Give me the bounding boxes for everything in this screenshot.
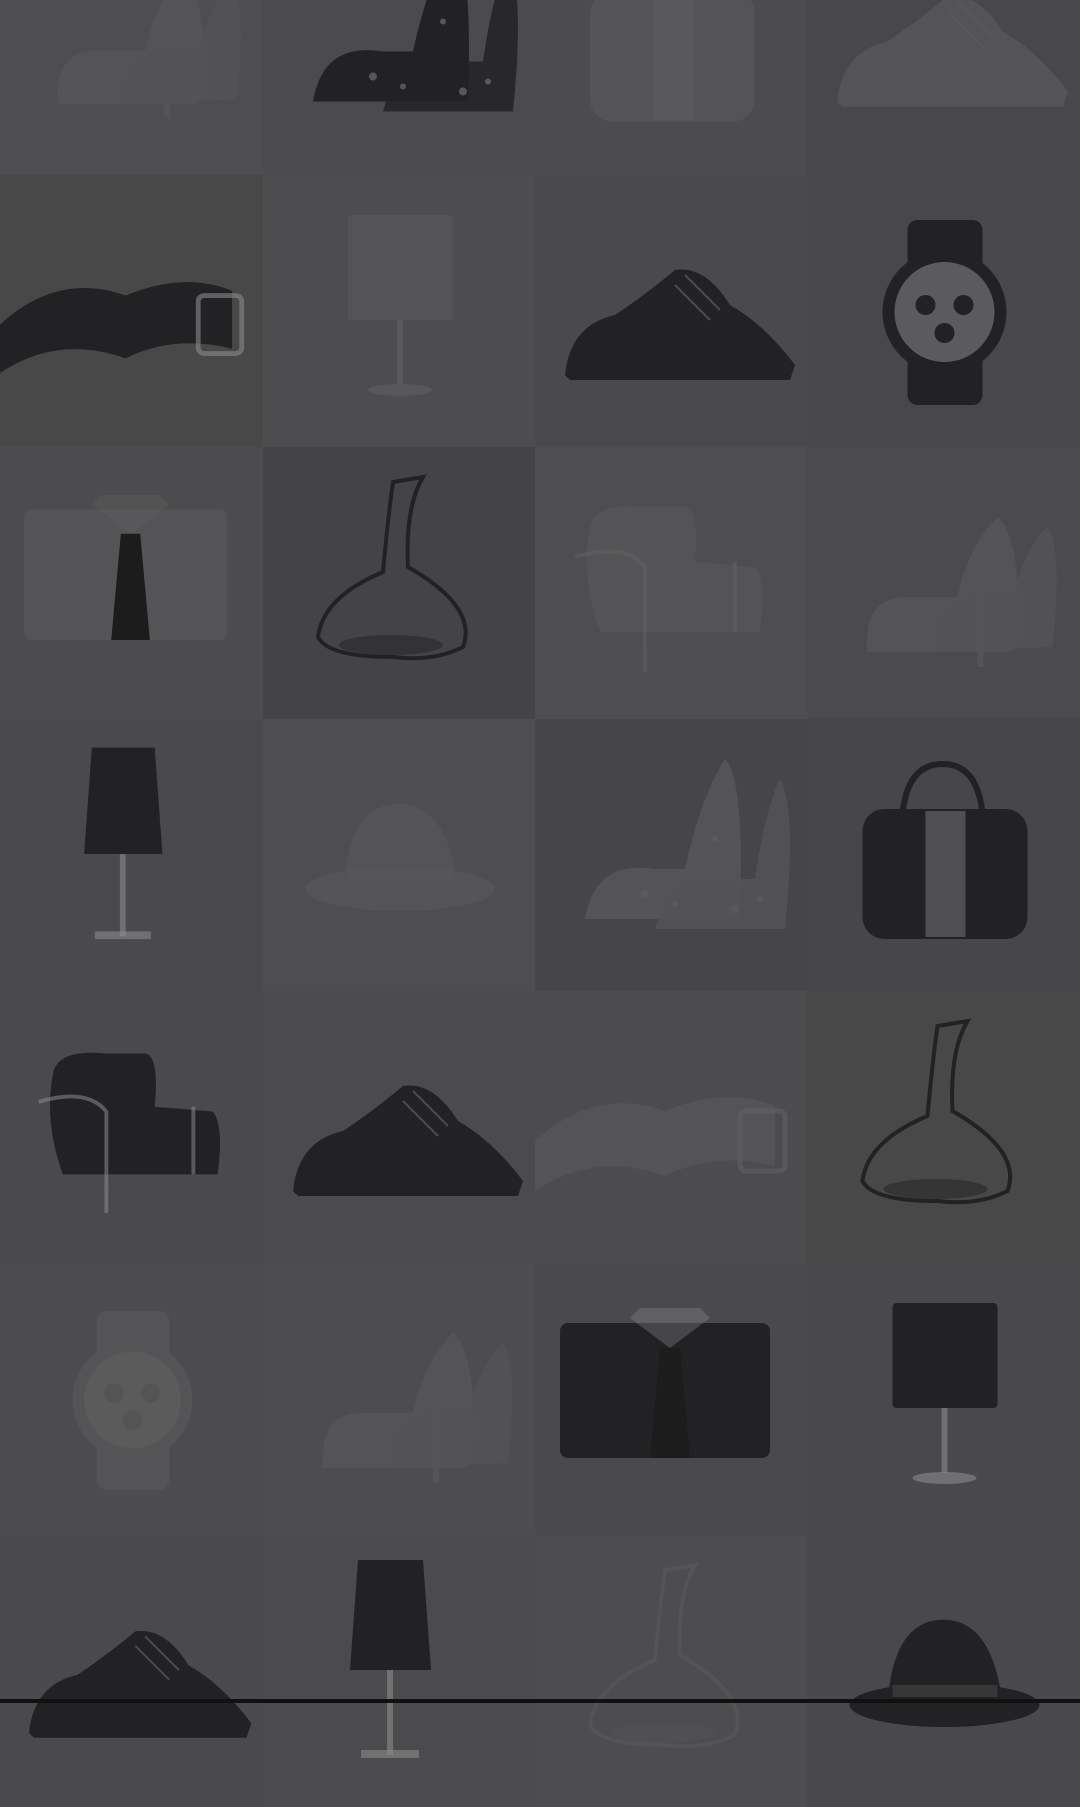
belt-icon <box>0 282 245 373</box>
tall-lamp-icon <box>350 1560 431 1758</box>
bottom-edge <box>0 1699 1080 1703</box>
gallery-tile-belt[interactable] <box>0 175 263 447</box>
gallery-tile-tall-lamp[interactable] <box>263 1535 535 1807</box>
carafe-icon <box>587 1562 740 1749</box>
gallery-tile-fedora[interactable] <box>807 1535 1080 1807</box>
gallery-tile-oxford-shoes[interactable] <box>535 175 807 447</box>
gallery-tile-carafe[interactable] <box>535 1535 807 1807</box>
table-lamp-icon <box>348 215 453 396</box>
pumps-icon <box>57 0 241 119</box>
oxford-shoes-icon <box>837 0 1068 107</box>
gallery-tile-tall-lamp[interactable] <box>0 719 263 991</box>
carafe-icon <box>315 474 468 661</box>
gallery-tile-armchair[interactable] <box>0 991 263 1263</box>
armchair-icon <box>38 1052 221 1214</box>
carafe-icon <box>860 1018 1013 1205</box>
shirt-and-tie-icon <box>24 495 228 641</box>
gallery-tile-leopard-heels[interactable] <box>535 719 807 991</box>
gallery-tile-fedora[interactable] <box>263 719 535 991</box>
belt-icon <box>535 1097 788 1191</box>
wristwatch-icon <box>72 1311 193 1490</box>
shirt-and-tie-icon <box>560 1308 770 1458</box>
gallery-tile-table-lamp[interactable] <box>807 1263 1080 1535</box>
gallery-tile-wristwatch[interactable] <box>807 175 1080 447</box>
oxford-shoes-icon <box>293 1085 523 1196</box>
gallery-tile-carafe[interactable] <box>263 447 535 719</box>
wristwatch-icon <box>882 220 1007 405</box>
gallery-tile-shirt-and-tie[interactable] <box>0 447 263 719</box>
gallery-tile-oxford-shoes[interactable] <box>807 0 1080 175</box>
handbag-icon <box>862 760 1028 939</box>
tall-lamp-icon <box>84 747 163 940</box>
gallery-tile-pumps[interactable] <box>0 0 263 175</box>
gallery-tile-pumps[interactable] <box>807 447 1080 719</box>
oxford-shoes-icon <box>29 1630 252 1738</box>
oxford-shoes-icon <box>565 269 795 380</box>
gallery-tile-leopard-heels[interactable] <box>263 0 535 175</box>
pumps-icon <box>322 1333 512 1483</box>
product-gallery-grid <box>0 0 1080 1807</box>
gallery-tile-belt[interactable] <box>535 991 807 1263</box>
gallery-tile-wristwatch[interactable] <box>0 1263 263 1535</box>
gallery-tile-oxford-shoes[interactable] <box>0 1535 263 1807</box>
handbag-icon <box>590 0 755 122</box>
leopard-heels-icon <box>313 0 518 112</box>
gallery-tile-carafe[interactable] <box>807 991 1080 1263</box>
table-lamp-icon <box>892 1303 998 1484</box>
pumps-icon <box>867 517 1057 667</box>
leopard-heels-icon <box>585 759 790 929</box>
gallery-tile-pumps[interactable] <box>263 1263 535 1535</box>
gallery-tile-handbag[interactable] <box>535 0 807 175</box>
gallery-tile-shirt-and-tie[interactable] <box>535 1263 807 1535</box>
fedora-icon <box>305 803 495 911</box>
gallery-tile-table-lamp[interactable] <box>263 175 535 447</box>
gallery-tile-oxford-shoes[interactable] <box>263 991 535 1263</box>
fedora-icon <box>849 1619 1040 1727</box>
armchair-icon <box>574 506 763 672</box>
gallery-tile-armchair[interactable] <box>535 447 807 719</box>
gallery-tile-handbag[interactable] <box>807 719 1080 991</box>
